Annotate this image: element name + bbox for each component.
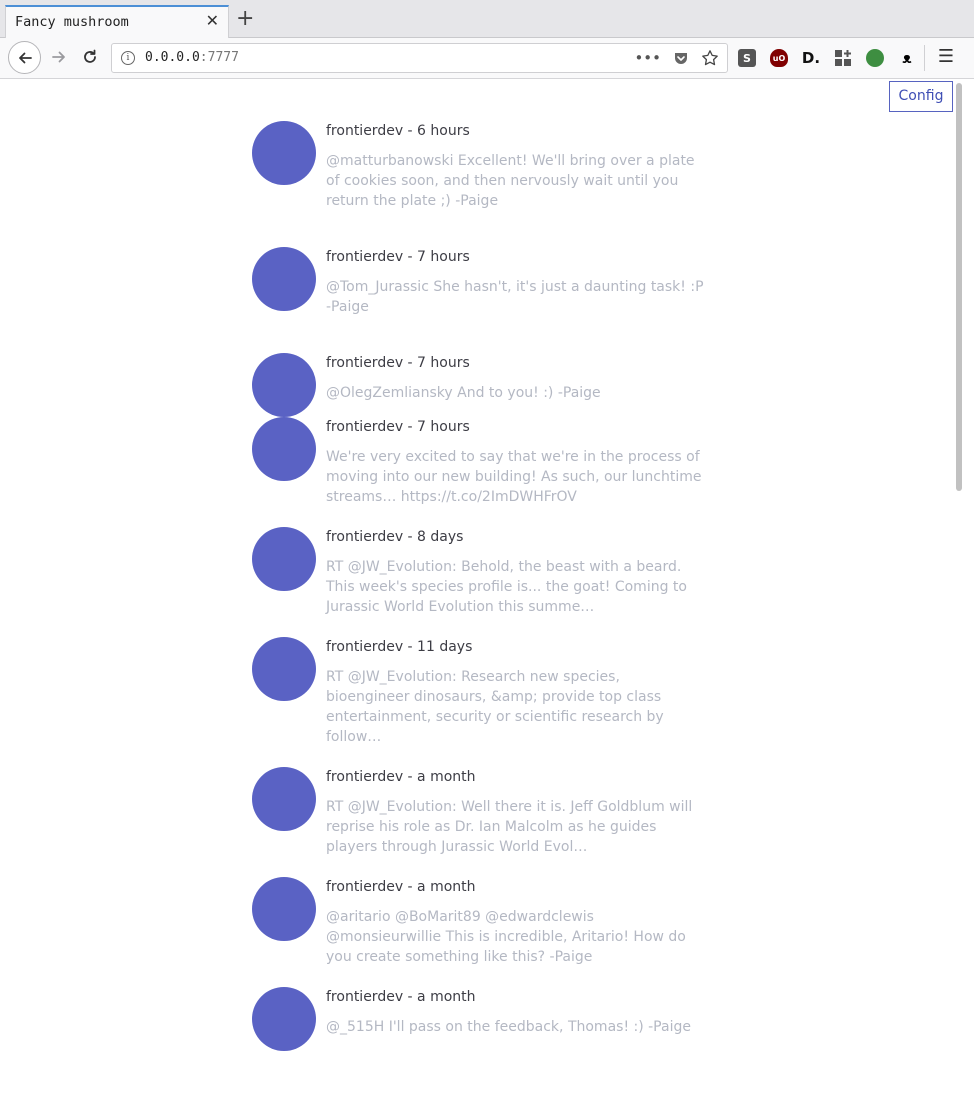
tweet-text: @matturbanowski Excellent! We'll bring o… — [326, 153, 695, 209]
site-info-icon[interactable]: i — [121, 51, 135, 65]
url-host: 0.0.0.0 — [145, 50, 200, 65]
tweet-item: frontierdev - 11 days RT @JW_Evolution: … — [252, 637, 712, 747]
green-extension-icon[interactable] — [866, 49, 884, 67]
avatar — [252, 417, 316, 481]
url-port: :7777 — [199, 50, 239, 65]
back-button[interactable] — [8, 41, 41, 74]
ublock-icon[interactable]: uO — [770, 49, 788, 67]
tweet-text: RT @JW_Evolution: Well there it is. Jeff… — [326, 799, 693, 855]
hamburger-menu-icon[interactable]: ☰ — [936, 46, 956, 68]
tweet-header: frontierdev - 7 hours — [326, 419, 470, 435]
avatar — [252, 527, 316, 591]
back-arrow-icon — [18, 52, 32, 63]
tweet-header: frontierdev - 7 hours — [326, 355, 470, 371]
tweet-item: frontierdev - 7 hours We're very excited… — [252, 417, 712, 507]
tweet-item: frontierdev - a month RT @JW_Evolution: … — [252, 767, 712, 857]
s-extension-icon[interactable]: S — [738, 49, 756, 67]
tweet-header: frontierdev - 7 hours — [326, 249, 470, 265]
tweet-item: frontierdev - 7 hours @Tom_Jurassic She … — [252, 247, 712, 317]
tweet-header: frontierdev - a month — [326, 989, 476, 1005]
tab-bar: Fancy mushroom ✕ + — [0, 0, 974, 38]
pocket-icon[interactable] — [673, 50, 689, 66]
grid-extension-icon[interactable] — [834, 49, 852, 67]
config-button[interactable]: Config — [889, 81, 953, 112]
tweet-text: @OlegZemliansky And to you! :) -Paige — [326, 385, 601, 401]
tweet-header: frontierdev - 6 hours — [326, 123, 470, 139]
reload-button[interactable] — [78, 45, 102, 69]
toolbar-separator — [924, 45, 925, 71]
tweet-text: We're very excited to say that we're in … — [326, 449, 702, 505]
tweet-text: RT @JW_Evolution: Research new species, … — [326, 669, 664, 745]
star-icon[interactable] — [701, 49, 719, 67]
page-viewport: Config frontierdev - 6 hours @matturbano… — [0, 79, 974, 1094]
extension-icons: S uO D. ᴥ — [738, 47, 916, 69]
tweet-item: frontierdev - a month @aritario @BoMarit… — [252, 877, 712, 967]
new-tab-button[interactable]: + — [236, 6, 254, 32]
tweet-header: frontierdev - a month — [326, 769, 476, 785]
tweet-text: @aritario @BoMarit89 @edwardclewis @mons… — [326, 909, 686, 965]
avatar — [252, 877, 316, 941]
url-bar[interactable]: i 0.0.0.0:7777 ••• — [111, 43, 728, 73]
tweet-item: frontierdev - 7 hours @OlegZemliansky An… — [252, 353, 712, 417]
url-text[interactable]: 0.0.0.0:7777 — [145, 50, 239, 65]
tab-title: Fancy mushroom — [15, 14, 129, 30]
d-extension-icon[interactable]: D. — [802, 49, 820, 67]
avatar — [252, 247, 316, 311]
tweet-item: frontierdev - 6 hours @matturbanowski Ex… — [252, 121, 712, 211]
scrollbar[interactable] — [955, 79, 964, 1084]
scrollbar-thumb[interactable] — [956, 83, 962, 491]
tweet-text: @_515H I'll pass on the feedback, Thomas… — [326, 1019, 691, 1035]
tweet-header: frontierdev - 8 days — [326, 529, 464, 545]
page-actions-icon[interactable]: ••• — [634, 48, 661, 68]
browser-tab[interactable]: Fancy mushroom ✕ — [5, 5, 229, 38]
tweet-text: @Tom_Jurassic She hasn't, it's just a da… — [326, 279, 704, 315]
tweet-text: RT @JW_Evolution: Behold, the beast with… — [326, 559, 687, 615]
forward-button[interactable] — [47, 45, 71, 69]
reload-icon — [84, 49, 96, 63]
avatar — [252, 353, 316, 417]
avatar — [252, 987, 316, 1051]
tweet-item: frontierdev - a month @_515H I'll pass o… — [252, 987, 712, 1051]
navigation-toolbar: i 0.0.0.0:7777 ••• S uO D. ᴥ ☰ — [0, 38, 974, 79]
forward-arrow-icon — [52, 51, 65, 63]
tweet-header: frontierdev - a month — [326, 879, 476, 895]
tweet-item: frontierdev - 8 days RT @JW_Evolution: B… — [252, 527, 712, 617]
avatar — [252, 121, 316, 185]
tweet-feed: frontierdev - 6 hours @matturbanowski Ex… — [252, 121, 712, 1057]
url-actions: ••• — [634, 48, 719, 68]
avatar — [252, 637, 316, 701]
gnome-icon[interactable]: ᴥ — [898, 49, 916, 67]
close-tab-icon[interactable]: ✕ — [206, 11, 219, 31]
tweet-header: frontierdev - 11 days — [326, 639, 473, 655]
avatar — [252, 767, 316, 831]
